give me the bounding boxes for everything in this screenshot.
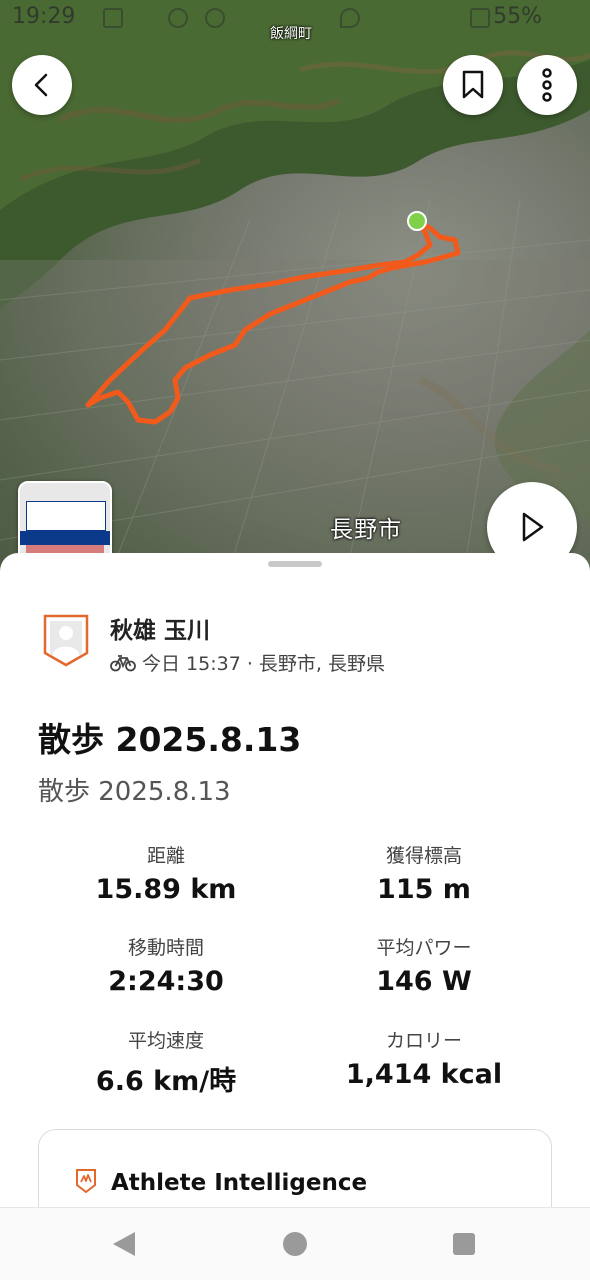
nav-recents-icon[interactable] bbox=[453, 1233, 475, 1255]
stat-elevation-gain: 獲得標高 115 m bbox=[304, 841, 544, 905]
stat-label: カロリー bbox=[385, 1030, 462, 1052]
activity-description: 散歩 2025.8.13 bbox=[38, 777, 231, 807]
facebook-icon bbox=[168, 8, 188, 28]
more-options-button[interactable] bbox=[517, 55, 577, 115]
start-marker bbox=[407, 211, 427, 231]
map-label-town: 飯綱町 bbox=[270, 26, 312, 42]
activity-details-sheet: 秋雄 玉川 今日 15:37 · 長野市, 長野県 散歩 2025.8.13 散… bbox=[0, 553, 590, 1251]
messenger-icon bbox=[205, 8, 225, 28]
stat-calories: カロリー 1,414 kcal bbox=[304, 1026, 544, 1090]
sheet-drag-handle[interactable] bbox=[268, 561, 322, 567]
location-icon bbox=[340, 8, 360, 28]
map-label-city: 長野市 bbox=[330, 517, 402, 543]
activity-meta: 今日 15:37 · 長野市, 長野県 bbox=[110, 649, 385, 676]
battery-level: 55% bbox=[493, 4, 542, 29]
nav-back-icon[interactable] bbox=[113, 1232, 135, 1256]
station-sign-image bbox=[26, 501, 106, 531]
activity-date-location: 今日 15:37 · 長野市, 長野県 bbox=[142, 653, 385, 675]
bike-icon bbox=[110, 654, 136, 671]
stat-value: 15.89 km bbox=[95, 874, 237, 905]
activity-title: 散歩 2025.8.13 bbox=[38, 720, 302, 759]
stat-distance: 距離 15.89 km bbox=[46, 841, 286, 905]
stat-label: 平均速度 bbox=[127, 1030, 204, 1052]
stat-value: 2:24:30 bbox=[108, 966, 224, 997]
stat-value: 115 m bbox=[377, 874, 471, 905]
stat-average-speed: 平均速度 6.6 km/時 bbox=[46, 1026, 286, 1098]
play-icon bbox=[522, 512, 544, 542]
stat-label: 獲得標高 bbox=[385, 845, 462, 867]
status-time: 19:29 bbox=[12, 4, 76, 29]
stat-label: 距離 bbox=[146, 845, 185, 867]
back-button[interactable] bbox=[12, 55, 72, 115]
nav-home-icon[interactable] bbox=[283, 1232, 307, 1256]
bookmark-icon bbox=[462, 70, 484, 99]
stat-value: 1,414 kcal bbox=[345, 1059, 503, 1090]
system-navigation-bar bbox=[0, 1207, 590, 1280]
stat-moving-time: 移動時間 2:24:30 bbox=[46, 933, 286, 997]
stat-value: 6.6 km/時 bbox=[95, 1066, 237, 1097]
more-vertical-icon bbox=[542, 68, 552, 102]
stat-average-power: 平均パワー 146 W bbox=[304, 933, 544, 997]
stat-label: 移動時間 bbox=[127, 937, 204, 959]
battery-saver-icon bbox=[470, 8, 490, 28]
athlete-avatar[interactable] bbox=[42, 613, 90, 667]
athlete-intelligence-title: Athlete Intelligence bbox=[111, 1170, 368, 1196]
athlete-name[interactable]: 秋雄 玉川 bbox=[110, 611, 210, 645]
athlete-intelligence-icon bbox=[76, 1169, 96, 1194]
stat-value: 146 W bbox=[376, 966, 472, 997]
bookmark-button[interactable] bbox=[443, 55, 503, 115]
chevron-left-icon bbox=[34, 73, 48, 97]
stat-label: 平均パワー bbox=[376, 937, 472, 959]
route-map[interactable]: 19:29 55% 飯綱町 長野市 bbox=[0, 0, 590, 600]
gallery-icon bbox=[103, 8, 123, 28]
